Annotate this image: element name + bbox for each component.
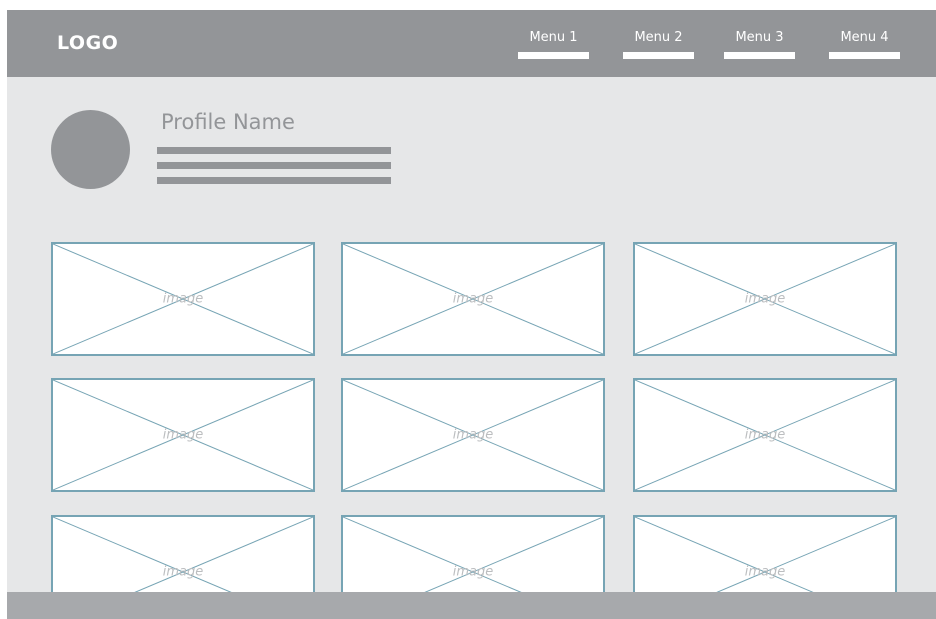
image-card[interactable]: image xyxy=(51,378,315,492)
menu-underline xyxy=(724,52,795,59)
menu-item-label: Menu 2 xyxy=(634,30,683,45)
image-label: image xyxy=(744,291,786,307)
image-card[interactable]: image xyxy=(633,242,897,356)
page-frame: LOGO Menu 1 Menu 2 Menu 3 Menu 4 Profile… xyxy=(7,10,936,619)
image-label: image xyxy=(744,427,786,443)
image-card[interactable]: image xyxy=(341,378,605,492)
image-label: image xyxy=(452,291,494,307)
header-bar: LOGO Menu 1 Menu 2 Menu 3 Menu 4 xyxy=(7,10,936,77)
menu-item-label: Menu 1 xyxy=(529,30,578,45)
profile-text-line xyxy=(157,162,391,169)
profile-text-line xyxy=(157,147,391,154)
menu-underline xyxy=(829,52,900,59)
footer-bar xyxy=(7,592,936,619)
logo[interactable]: LOGO xyxy=(57,32,118,54)
profile-name: Profile Name xyxy=(161,110,295,134)
image-label: image xyxy=(452,427,494,443)
menu-item-label: Menu 4 xyxy=(840,30,889,45)
menu-item-label: Menu 3 xyxy=(735,30,784,45)
menu-underline xyxy=(518,52,589,59)
profile-text-line xyxy=(157,177,391,184)
image-label: image xyxy=(162,564,204,580)
image-card[interactable]: image xyxy=(633,378,897,492)
menu-item-2[interactable]: Menu 2 xyxy=(623,30,694,60)
menu-item-1[interactable]: Menu 1 xyxy=(518,30,589,60)
menu-underline xyxy=(623,52,694,59)
menu-item-3[interactable]: Menu 3 xyxy=(724,30,795,60)
image-card[interactable]: image xyxy=(341,242,605,356)
image-card[interactable]: image xyxy=(51,242,315,356)
image-label: image xyxy=(162,291,204,307)
image-label: image xyxy=(452,564,494,580)
image-label: image xyxy=(162,427,204,443)
avatar[interactable] xyxy=(51,110,130,189)
image-label: image xyxy=(744,564,786,580)
menu-item-4[interactable]: Menu 4 xyxy=(829,30,900,60)
